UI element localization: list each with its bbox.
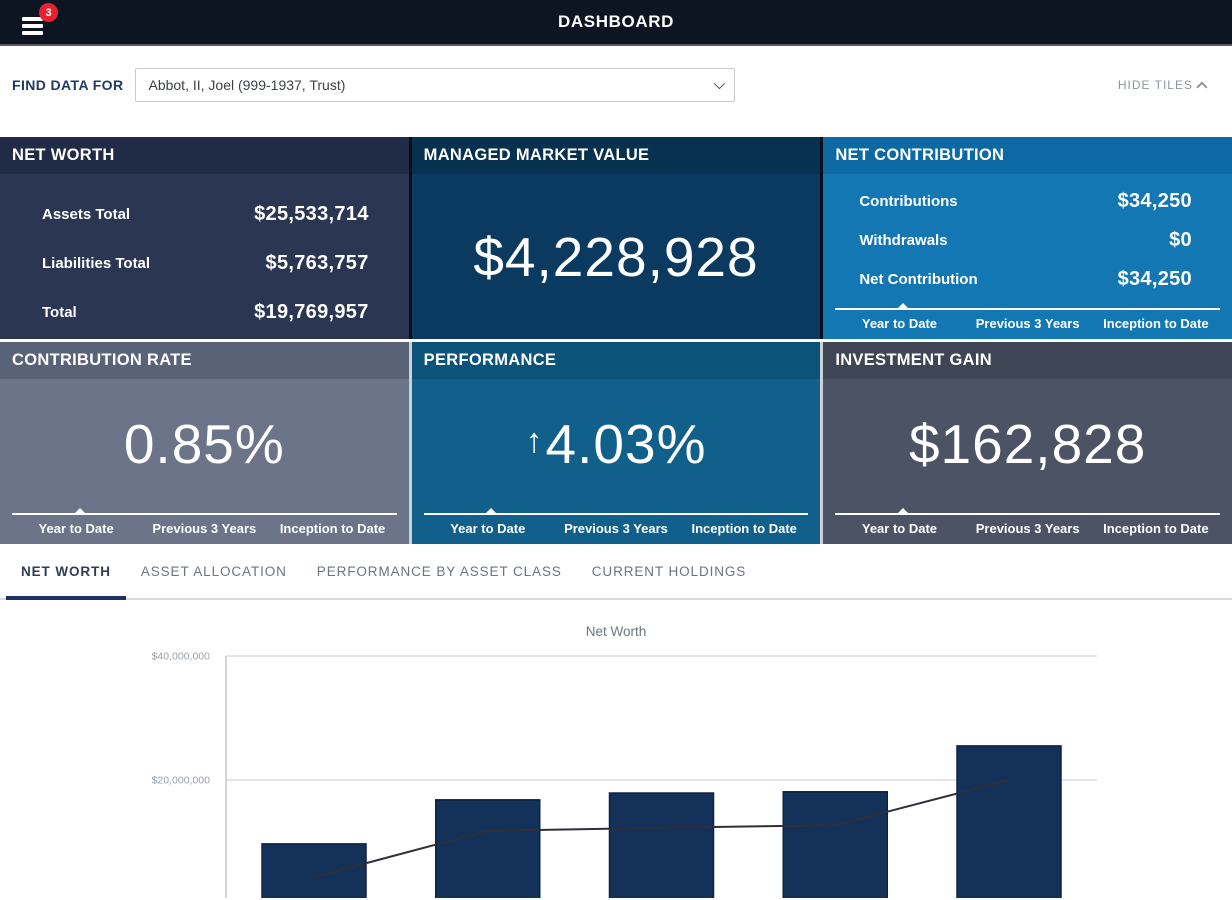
period-indicator-line: [12, 513, 397, 515]
chevron-up-icon: [1196, 81, 1207, 92]
stat-label: Total: [42, 304, 77, 321]
period-tab-previous-3-years[interactable]: Previous 3 Years: [552, 521, 680, 536]
account-select-value: Abbot, II, Joel (999-1937, Trust): [148, 77, 345, 93]
stat-row: Net Contribution $34,250: [859, 260, 1192, 299]
stat-row: Withdrawals $0: [859, 221, 1192, 260]
net-worth-rows: Assets Total $25,533,714 Liabilities Tot…: [0, 174, 409, 337]
chart-bar: [957, 746, 1061, 898]
performance-percent: 4.03%: [546, 412, 707, 476]
stat-row: Total $19,769,957: [42, 288, 369, 337]
net-contribution-rows: Contributions $34,250 Withdrawals $0 Net…: [823, 174, 1232, 299]
tile-title: MANAGED MARKET VALUE: [412, 137, 821, 174]
investment-gain-value: $162,828: [823, 379, 1232, 508]
stat-value: $34,250: [1118, 268, 1192, 291]
tile-net-worth: NET WORTH Assets Total $25,533,714 Liabi…: [0, 137, 409, 339]
section-tab-bar: NET WORTH ASSET ALLOCATION PERFORMANCE B…: [0, 544, 1232, 600]
stat-value: $19,769,957: [254, 301, 369, 324]
tile-contribution-rate: CONTRIBUTION RATE 0.85% Year to Date Pre…: [0, 342, 409, 544]
hide-tiles-button[interactable]: HIDE TILES: [1118, 68, 1208, 102]
period-tab-previous-3-years[interactable]: Previous 3 Years: [964, 316, 1092, 331]
stat-label: Withdrawals: [859, 232, 947, 249]
period-tab-year-to-date[interactable]: Year to Date: [835, 521, 963, 536]
tiles-row-1: NET WORTH Assets Total $25,533,714 Liabi…: [0, 137, 1232, 339]
period-tab-previous-3-years[interactable]: Previous 3 Years: [140, 521, 268, 536]
period-tab-inception-to-date[interactable]: Inception to Date: [268, 521, 396, 536]
period-tab-inception-to-date[interactable]: Inception to Date: [1092, 316, 1220, 331]
tile-title: PERFORMANCE: [412, 342, 821, 379]
tab-net-worth[interactable]: NET WORTH: [6, 544, 126, 598]
chart-bar: [783, 792, 887, 898]
period-tab-inception-to-date[interactable]: Inception to Date: [1092, 521, 1220, 536]
find-data-bar: FIND DATA FOR Abbot, II, Joel (999-1937,…: [0, 46, 1232, 137]
period-tabs: Year to Date Previous 3 Years Inception …: [835, 513, 1220, 536]
tile-performance: PERFORMANCE ↑4.03% Year to Date Previous…: [412, 342, 821, 544]
period-indicator-line: [835, 513, 1220, 515]
app-header: 3 DASHBOARD: [0, 0, 1232, 46]
hamburger-bar: [22, 31, 43, 35]
stat-label: Contributions: [859, 193, 957, 210]
period-tab-year-to-date[interactable]: Year to Date: [424, 521, 552, 536]
account-select[interactable]: Abbot, II, Joel (999-1937, Trust): [135, 68, 735, 102]
period-indicator-line: [424, 513, 809, 515]
chart-bar: [436, 800, 540, 898]
hamburger-bar: [22, 24, 43, 28]
period-tabs: Year to Date Previous 3 Years Inception …: [835, 308, 1220, 331]
tile-title: CONTRIBUTION RATE: [0, 342, 409, 379]
hamburger-menu-icon[interactable]: 3: [22, 17, 46, 37]
tile-investment-gain: INVESTMENT GAIN $162,828 Year to Date Pr…: [823, 342, 1232, 544]
tiles-row-2: CONTRIBUTION RATE 0.85% Year to Date Pre…: [0, 342, 1232, 544]
tile-title: INVESTMENT GAIN: [823, 342, 1232, 379]
period-tabs: Year to Date Previous 3 Years Inception …: [12, 513, 397, 536]
stat-row: Liabilities Total $5,763,757: [42, 239, 369, 288]
chart-title: Net Worth: [0, 600, 1232, 639]
tile-title: NET WORTH: [0, 137, 409, 174]
stat-row: Assets Total $25,533,714: [42, 190, 369, 239]
tab-asset-allocation[interactable]: ASSET ALLOCATION: [126, 544, 302, 598]
stat-value: $25,533,714: [254, 203, 369, 226]
stat-label: Liabilities Total: [42, 255, 150, 272]
tab-current-holdings[interactable]: CURRENT HOLDINGS: [577, 544, 761, 598]
period-tab-previous-3-years[interactable]: Previous 3 Years: [964, 521, 1092, 536]
up-arrow-icon: ↑: [525, 422, 543, 461]
stat-value: $5,763,757: [266, 252, 369, 275]
find-data-label: FIND DATA FOR: [12, 68, 123, 102]
stat-row: Contributions $34,250: [859, 182, 1192, 221]
stat-value: $34,250: [1118, 190, 1192, 213]
period-tab-inception-to-date[interactable]: Inception to Date: [680, 521, 808, 536]
y-tick-label: $20,000,000: [152, 775, 211, 787]
period-indicator-line: [835, 308, 1220, 310]
net-worth-chart: $0$20,000,000$40,000,000: [0, 638, 1232, 898]
tile-title: NET CONTRIBUTION: [823, 137, 1232, 174]
notification-badge: 3: [39, 3, 58, 22]
period-tab-year-to-date[interactable]: Year to Date: [835, 316, 963, 331]
chevron-down-icon: [714, 78, 725, 89]
period-tabs: Year to Date Previous 3 Years Inception …: [424, 513, 809, 536]
chart-bar: [262, 844, 366, 898]
tile-net-contribution: NET CONTRIBUTION Contributions $34,250 W…: [823, 137, 1232, 339]
page-title: DASHBOARD: [558, 12, 674, 32]
net-worth-chart-section: Net Worth $0$20,000,000$40,000,000: [0, 600, 1232, 898]
period-tab-year-to-date[interactable]: Year to Date: [12, 521, 140, 536]
chart-bar: [610, 793, 714, 898]
selected-period-marker-icon: [75, 508, 85, 513]
stat-label: Assets Total: [42, 206, 130, 223]
selected-period-marker-icon: [486, 508, 496, 513]
y-tick-label: $40,000,000: [152, 651, 211, 663]
selected-period-marker-icon: [898, 508, 908, 513]
stat-value: $0: [1169, 229, 1192, 252]
managed-market-value-amount: $4,228,928: [412, 174, 821, 339]
selected-period-marker-icon: [898, 303, 908, 308]
contribution-rate-value: 0.85%: [0, 379, 409, 508]
tab-performance-by-asset-class[interactable]: PERFORMANCE BY ASSET CLASS: [302, 544, 577, 598]
tile-managed-market-value: MANAGED MARKET VALUE $4,228,928: [412, 137, 821, 339]
hide-tiles-label: HIDE TILES: [1118, 68, 1193, 102]
performance-value: ↑4.03%: [412, 379, 821, 508]
stat-label: Net Contribution: [859, 271, 977, 288]
